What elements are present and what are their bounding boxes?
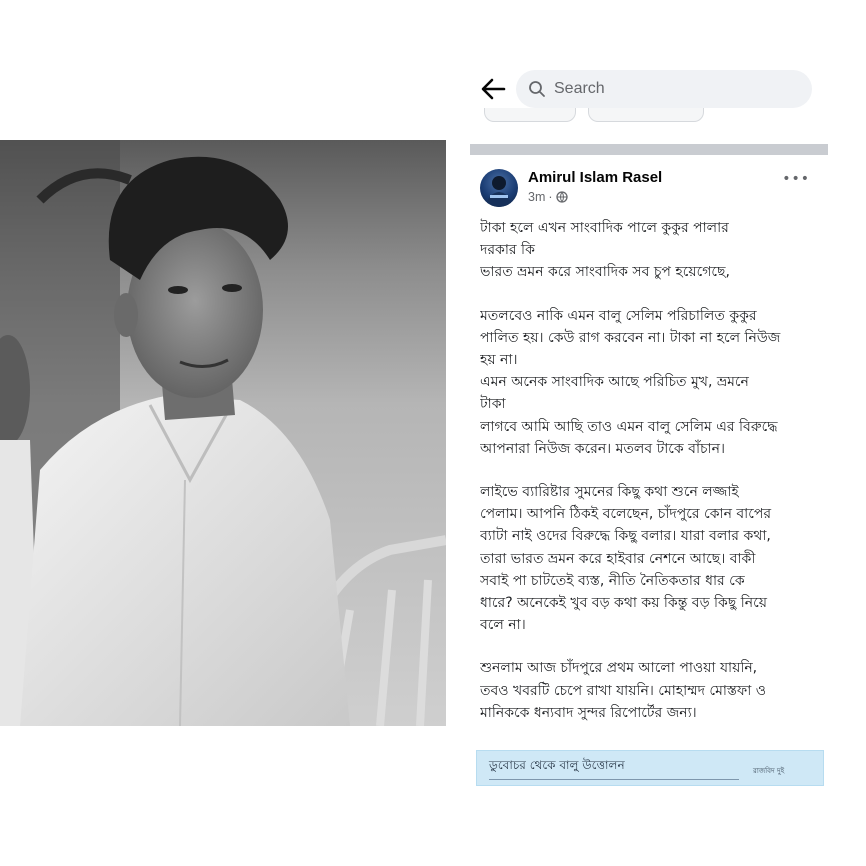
post-text-line: পালিত হয়। কেউ রাগ করবেন না। টাকা না হলে… (480, 329, 781, 346)
link-preview-side-text: রাজবিদ দুই (753, 767, 785, 775)
post-author[interactable]: Amirul Islam Rasel (528, 169, 662, 186)
more-options-icon[interactable]: ••• (782, 171, 810, 187)
link-preview-rule (489, 779, 739, 780)
post-paragraph: শুনলাম আজ চাঁদপুরে প্রথম আলো পাওয়া যায়… (480, 657, 820, 724)
post-text-line: তারা ভারত ভ্রমন করে হাইবার নেশনে আছে। বা… (480, 550, 756, 567)
section-divider (470, 144, 828, 155)
avatar-image (486, 176, 512, 207)
post-text-line: টাকা (480, 396, 506, 413)
post-paragraph: লাইভে ব্যারিষ্টার সুমনের কিছু কথা শুনে ল… (480, 481, 820, 636)
post-text-line: পেলাম। আপনি ঠিকই বলেছেন, চাঁদপুরে কোন বা… (480, 506, 772, 523)
post-text-line: শুনলাম আজ চাঁদপুরে প্রথম আলো পাওয়া যায়… (480, 660, 758, 677)
meta-separator: · (548, 190, 553, 204)
post-body: টাকা হলে এখন সাংবাদিক পালে কুকুর পালার দর… (480, 217, 820, 745)
link-preview[interactable]: ডুবোচর থেকে বালু উত্তোলন রাজবিদ দুই (476, 750, 824, 786)
post-paragraph: মতলবেও নাকি এমন বালু সেলিম পরিচালিত কুকু… (480, 305, 820, 460)
post-paragraph: টাকা হলে এখন সাংবাদিক পালে কুকুর পালার দর… (480, 217, 820, 284)
link-preview-title: ডুবোচর থেকে বালু উত্তোলন (489, 758, 625, 772)
search-icon (529, 81, 545, 97)
post-time[interactable]: 3m (528, 190, 545, 204)
portrait-photo (0, 140, 446, 726)
globe-icon (555, 191, 568, 203)
post-text-line: আপনারা নিউজ করেন। মতলব টাকে বাঁচান। (480, 440, 725, 457)
facebook-post-screenshot: Amirul Islam Rasel 3m · ••• টাকা হলে এখন… (470, 62, 828, 786)
post-meta: 3m · (528, 190, 568, 204)
search-bar[interactable] (516, 70, 812, 108)
post-text-line: দরকার কি (480, 242, 535, 259)
post-text-line: ব্যাটা নাই ওদের বিরুদ্ধে কিছু বলার। যারা… (480, 528, 771, 545)
post-text-line: লাগবে আমি আছি তাও এমন বালু সেলিম এর বিরু… (480, 418, 778, 435)
post-text-line: টাকা হলে এখন সাংবাদিক পালে কুকুর পালার (480, 220, 729, 236)
post-card: Amirul Islam Rasel 3m · ••• টাকা হলে এখন… (470, 155, 828, 755)
post-text-line: তবও খবরটি চেপে রাখা যায়নি। মোহাম্মদ মোস… (480, 682, 767, 699)
post-text-line: হয় না। (480, 352, 518, 369)
portrait-illustration (0, 140, 446, 726)
post-text-line: ধারে? অনেকেই খুব বড় কথা কয় কিন্তু বড় … (480, 595, 768, 612)
post-text-line: মানিককে ধন্যবাদ সুন্দর রিপোর্টের জন্য। (480, 704, 697, 721)
post-text-line: মতলবেও নাকি এমন বালু সেলিম পরিচালিত কুকু… (480, 307, 757, 324)
post-text-line: সবাই পা চাটতেই ব্যস্ত, নীতি নৈতিকতার ধার… (480, 572, 745, 589)
post-text-line: এমন অনেক সাংবাদিক আছে পরিচিত মুখ, ভ্রমনে (480, 374, 749, 391)
filter-chip[interactable] (484, 108, 576, 122)
back-arrow-icon[interactable] (480, 78, 506, 100)
filter-chip[interactable] (588, 108, 704, 122)
avatar[interactable] (480, 169, 518, 207)
post-text-line: ভারত ভ্রমন করে সাংবাদিক সব চুপ হয়েগেছে, (480, 264, 730, 281)
search-input[interactable] (554, 80, 784, 98)
filter-chips (470, 108, 828, 122)
post-text-line: বলে না। (480, 617, 526, 634)
post-text-line: লাইভে ব্যারিষ্টার সুমনের কিছু কথা শুনে ল… (480, 484, 739, 501)
